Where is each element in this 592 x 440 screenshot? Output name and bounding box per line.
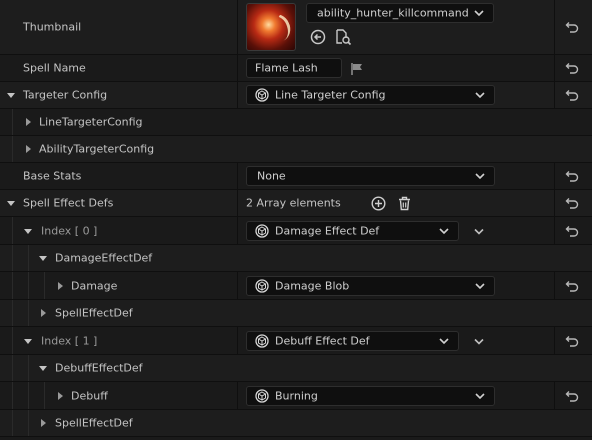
element-options-chevron-icon[interactable] (474, 228, 484, 235)
effect-field-label: Damage (71, 279, 118, 292)
ability-targeter-config-label: AbilityTargeterConfig (39, 142, 155, 156)
collapsed-arrow-icon[interactable] (55, 391, 65, 401)
line-targeter-config-row: LineTargeterConfig (0, 109, 592, 136)
effect-group-label: DebuffEffectDef (55, 361, 143, 375)
expanded-arrow-icon[interactable] (38, 363, 48, 373)
chevron-down-icon (475, 92, 485, 99)
line-targeter-config-label: LineTargeterConfig (39, 115, 143, 129)
effect-def-value: Damage Effect Def (275, 224, 380, 237)
spell-effect-defs-label: Spell Effect Defs (23, 196, 114, 210)
base-stats-value: None (257, 169, 286, 183)
effect-field-value: Damage Blob (275, 279, 350, 292)
array-index-row: Index [ 1 ] Debuff Effect Def (0, 327, 592, 355)
chevron-down-icon (475, 173, 485, 180)
add-element-icon[interactable] (371, 196, 386, 211)
reset-to-default-icon[interactable] (565, 197, 579, 209)
base-stats-dropdown[interactable]: None (246, 166, 495, 186)
base-stats-row: Base Stats None (0, 163, 592, 190)
reset-to-default-icon[interactable] (565, 225, 579, 237)
spell-effect-defs-row: Spell Effect Defs 2 Array elements (0, 190, 592, 217)
spell-effect-def-label: SpellEffectDef (55, 306, 133, 320)
browse-to-asset-icon[interactable] (309, 28, 327, 46)
effect-field-dropdown[interactable]: Burning (246, 385, 495, 406)
spell-name-value: Flame Lash (255, 61, 318, 75)
reset-to-default-icon[interactable] (565, 170, 579, 182)
collapsed-arrow-icon[interactable] (38, 308, 48, 318)
array-index-label: Index [ 0 ] (41, 224, 98, 237)
find-in-browser-icon[interactable] (334, 28, 352, 46)
effect-field-label: Debuff (71, 389, 108, 402)
array-index-row: Index [ 0 ] Damage Effect Def (0, 217, 592, 245)
thumbnail-label: Thumbnail (23, 20, 82, 34)
collapsed-arrow-icon[interactable] (38, 418, 48, 428)
array-count-text: 2 Array elements (246, 196, 341, 210)
effect-def-dropdown[interactable]: Damage Effect Def (246, 220, 459, 241)
effect-def-dropdown[interactable]: Debuff Effect Def (246, 330, 459, 351)
array-index-label: Index [ 1 ] (41, 334, 98, 347)
expanded-arrow-icon[interactable] (6, 198, 16, 208)
localization-flag-icon[interactable] (350, 62, 364, 76)
reset-to-default-icon[interactable] (565, 21, 579, 33)
expanded-arrow-icon[interactable] (6, 90, 16, 100)
collapsed-arrow-icon[interactable] (55, 281, 65, 291)
class-picker-icon (255, 278, 269, 293)
expanded-arrow-icon[interactable] (38, 253, 48, 263)
class-picker-icon (255, 223, 269, 238)
expanded-arrow-icon[interactable] (23, 226, 33, 236)
effect-group-label: DamageEffectDef (55, 251, 153, 265)
effect-field-value: Burning (275, 389, 318, 402)
chevron-down-icon (475, 392, 485, 399)
reset-to-default-icon[interactable] (565, 335, 579, 347)
reset-to-default-icon[interactable] (565, 89, 579, 101)
thumbnail-row: Thumbnail ability_hunter_killcommand (0, 0, 592, 55)
targeter-config-row: Targeter Config Line Targeter Config (0, 82, 592, 109)
reset-to-default-icon[interactable] (565, 280, 579, 292)
trash-icon[interactable] (397, 196, 412, 211)
chevron-down-icon (475, 282, 485, 289)
class-picker-icon (255, 333, 269, 348)
targeter-config-dropdown[interactable]: Line Targeter Config (246, 85, 495, 105)
chevron-down-icon (439, 227, 449, 234)
collapsed-arrow-icon[interactable] (23, 117, 33, 127)
effect-group-row: DebuffEffectDef (0, 355, 592, 382)
class-picker-icon (255, 88, 269, 102)
ability-targeter-config-row: AbilityTargeterConfig (0, 136, 592, 163)
spell-name-input[interactable]: Flame Lash (246, 58, 342, 78)
collapsed-arrow-icon[interactable] (23, 144, 33, 154)
class-picker-icon (255, 388, 269, 403)
reset-to-default-icon[interactable] (565, 390, 579, 402)
spell-effect-def-row: SpellEffectDef (0, 300, 592, 327)
thumbnail-image[interactable] (246, 3, 296, 51)
spell-name-label: Spell Name (23, 61, 86, 75)
effect-field-dropdown[interactable]: Damage Blob (246, 275, 495, 296)
targeter-config-value: Line Targeter Config (275, 88, 386, 102)
effect-field-row: Damage Damage Blob (0, 272, 592, 300)
targeter-config-label: Targeter Config (23, 88, 108, 102)
element-options-chevron-icon[interactable] (474, 338, 484, 345)
base-stats-label: Base Stats (23, 169, 82, 183)
reset-to-default-icon[interactable] (565, 62, 579, 74)
spell-effect-def-row: SpellEffectDef (0, 410, 592, 437)
spell-effect-def-label: SpellEffectDef (55, 416, 133, 430)
thumbnail-asset-value: ability_hunter_killcommand (317, 6, 469, 20)
chevron-down-icon (474, 10, 484, 17)
spell-name-row: Spell Name Flame Lash (0, 55, 592, 82)
thumbnail-asset-dropdown[interactable]: ability_hunter_killcommand (306, 3, 494, 23)
chevron-down-icon (439, 337, 449, 344)
effect-field-row: Debuff Burning (0, 382, 592, 410)
effect-group-row: DamageEffectDef (0, 245, 592, 272)
details-panel: Thumbnail ability_hunter_killcommand Spe… (0, 0, 592, 440)
effect-def-value: Debuff Effect Def (275, 334, 370, 347)
expanded-arrow-icon[interactable] (23, 336, 33, 346)
